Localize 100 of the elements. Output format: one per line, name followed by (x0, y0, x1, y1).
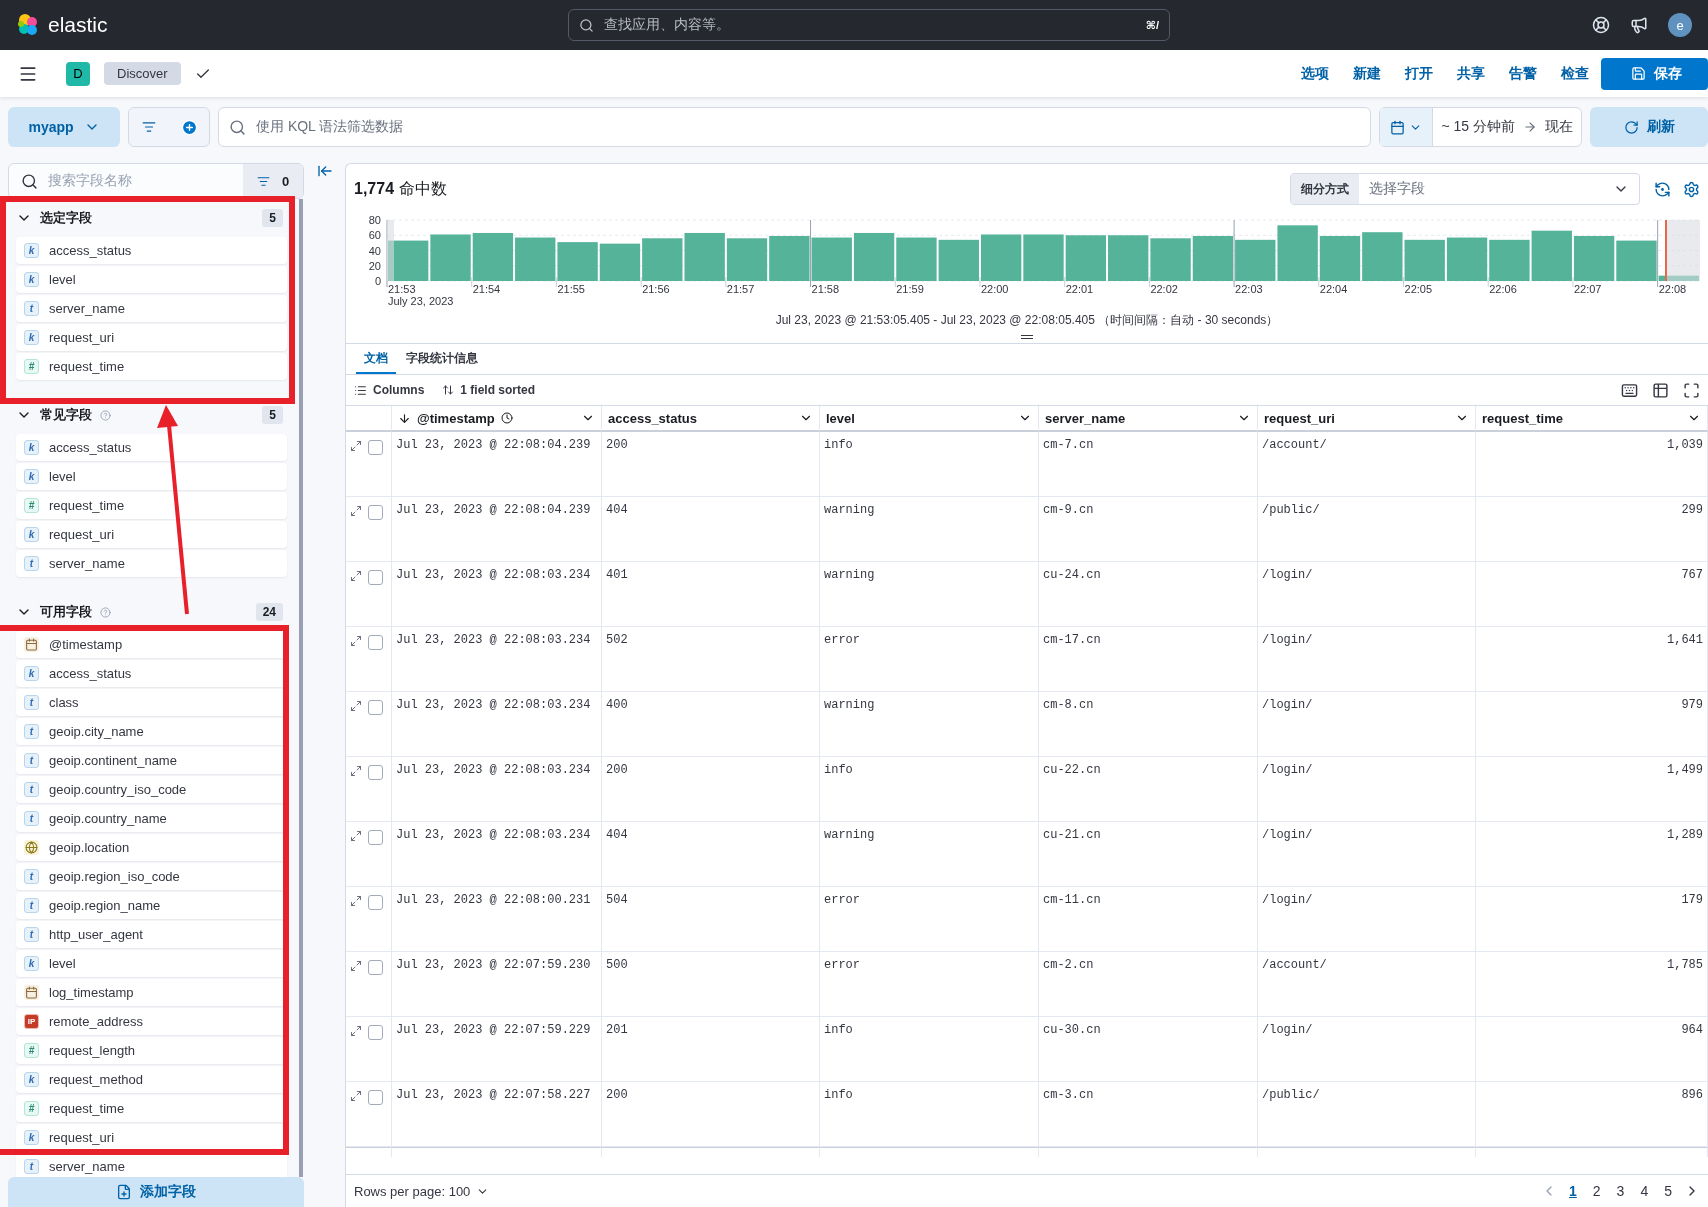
row-checkbox[interactable] (368, 570, 383, 585)
field-item[interactable]: k level (16, 266, 287, 293)
column-header[interactable]: @timestamp (392, 406, 602, 432)
global-search-field[interactable]: 查找应用、内容等。 ⌘/ (568, 9, 1170, 41)
section-title[interactable]: 选定字段 (40, 209, 92, 227)
calendar-token-icon (24, 985, 39, 1000)
expand-row-icon[interactable] (350, 700, 362, 712)
top-nav-link[interactable]: 选项 (1289, 64, 1341, 83)
field-item[interactable]: t server_name (16, 1153, 287, 1177)
expand-row-icon[interactable] (350, 895, 362, 907)
page-link[interactable]: 4 (1636, 1183, 1653, 1199)
top-nav-link[interactable]: 告警 (1497, 64, 1549, 83)
keyboard-icon[interactable] (1621, 381, 1638, 399)
tick-mark (894, 276, 896, 288)
settings-icon[interactable] (1683, 180, 1700, 198)
save-button[interactable]: 保存 (1601, 57, 1708, 90)
breadcrumb[interactable]: Discover (104, 62, 181, 85)
histogram-bar (599, 243, 641, 281)
expand-row-icon[interactable] (350, 440, 362, 452)
data-view-picker[interactable]: myapp (8, 107, 120, 147)
column-header[interactable]: request_time (1476, 406, 1708, 432)
expand-row-icon[interactable] (350, 1025, 362, 1037)
expand-row-icon[interactable] (350, 765, 362, 777)
help-icon[interactable] (1592, 16, 1610, 34)
table-density-icon[interactable] (1652, 381, 1669, 399)
row-checkbox[interactable] (368, 1090, 383, 1105)
field-item[interactable]: k access_status (16, 434, 287, 461)
field-filter-button[interactable]: 0 (243, 164, 303, 198)
histogram-bar (726, 238, 768, 281)
histogram-bar (811, 237, 852, 281)
expand-row-icon[interactable] (350, 635, 362, 647)
fullscreen-icon[interactable] (1683, 381, 1700, 399)
table-cell: error (820, 887, 1039, 952)
field-item[interactable]: # request_time (16, 353, 287, 380)
expand-row-icon[interactable] (350, 960, 362, 972)
field-type-token: k (24, 956, 39, 971)
histogram-bar (388, 240, 429, 281)
collapse-sidebar-icon[interactable] (317, 163, 333, 179)
add-field-button[interactable]: 添加字段 (8, 1177, 304, 1207)
page-link[interactable]: 5 (1660, 1183, 1676, 1199)
tab[interactable]: 文档 (356, 344, 396, 374)
time-end[interactable]: 现在 (1537, 118, 1581, 136)
x-axis-label: 21:59 (896, 283, 924, 295)
top-nav-link[interactable]: 打开 (1393, 64, 1445, 83)
column-header[interactable]: access_status (602, 406, 820, 432)
page-link[interactable]: 1 (1565, 1183, 1581, 1199)
page-link[interactable]: 2 (1588, 1183, 1605, 1199)
row-checkbox[interactable] (368, 830, 383, 845)
column-header[interactable]: server_name (1039, 406, 1258, 432)
section-title[interactable]: 可用字段 (40, 603, 92, 621)
row-checkbox[interactable] (368, 440, 383, 455)
shortcut-hint: ⌘/ (1145, 18, 1159, 32)
histogram-bar (430, 234, 471, 281)
expand-row-icon[interactable] (350, 830, 362, 842)
tick-mark (1487, 276, 1489, 288)
field-item[interactable]: # request_time (16, 492, 287, 519)
page-link[interactable]: 3 (1612, 1183, 1629, 1199)
chart-options-icon[interactable] (1654, 180, 1671, 198)
row-checkbox[interactable] (368, 895, 383, 910)
histogram-bar (938, 239, 979, 281)
megaphone-icon[interactable] (1630, 16, 1648, 34)
time-start[interactable]: ~ 15 分钟前 (1433, 118, 1523, 136)
field-item[interactable]: k request_uri (16, 521, 287, 548)
field-search-field[interactable]: 搜索字段名称 0 (8, 163, 304, 199)
row-checkbox[interactable] (368, 635, 383, 650)
refresh-button[interactable]: 刷新 (1590, 107, 1708, 147)
sort-button[interactable]: 1 field sorted (442, 383, 536, 397)
top-nav-link[interactable]: 共享 (1445, 64, 1497, 83)
query-field[interactable]: 使用 KQL 语法筛选数据 (218, 107, 1372, 147)
expand-row-icon[interactable] (350, 570, 362, 582)
field-type-token: t (24, 556, 39, 571)
tab[interactable]: 字段统计信息 (398, 344, 486, 374)
date-quick-menu-button[interactable] (1380, 108, 1434, 146)
rows-per-page-button[interactable]: Rows per page: 100 (354, 1183, 490, 1199)
field-item[interactable]: k request_uri (16, 324, 287, 351)
elastic-logo-icon (16, 13, 40, 37)
columns-button[interactable]: Columns (354, 383, 425, 397)
x-axis-label: 21:56 (642, 283, 670, 295)
table-cell: Jul 23, 2023 @ 22:07:59.229 (392, 1017, 602, 1082)
row-checkbox[interactable] (368, 700, 383, 715)
breakdown-select[interactable]: 细分方式 选择字段 (1290, 173, 1640, 205)
top-nav-link[interactable]: 检查 (1549, 64, 1601, 83)
expand-row-icon[interactable] (350, 1090, 362, 1102)
resize-handle[interactable] (1021, 335, 1033, 339)
field-item[interactable]: t server_name (16, 550, 287, 577)
row-checkbox[interactable] (368, 1025, 383, 1040)
field-type-token: k (24, 527, 39, 542)
space-badge[interactable]: D (66, 61, 90, 86)
row-checkbox[interactable] (368, 960, 383, 975)
row-checkbox[interactable] (368, 505, 383, 520)
row-checkbox[interactable] (368, 765, 383, 780)
top-nav-link[interactable]: 新建 (1341, 64, 1393, 83)
column-header[interactable]: request_uri (1258, 406, 1476, 432)
field-item[interactable]: t server_name (16, 295, 287, 322)
section-title[interactable]: 常见字段 (40, 406, 92, 424)
column-header[interactable]: level (820, 406, 1039, 432)
calendar-token-icon (24, 637, 39, 652)
expand-row-icon[interactable] (350, 505, 362, 517)
field-item[interactable]: k access_status (16, 237, 287, 264)
field-item[interactable]: k level (16, 463, 287, 490)
